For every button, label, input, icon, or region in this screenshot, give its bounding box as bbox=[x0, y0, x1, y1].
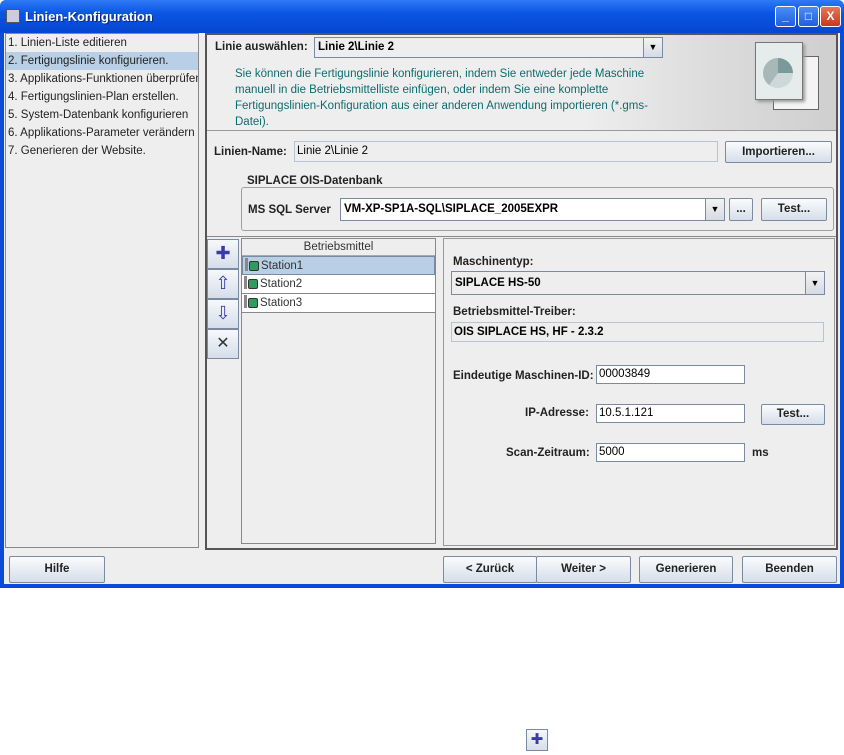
help-button[interactable]: Hilfe bbox=[9, 556, 105, 583]
machine-type-label: Maschinentyp: bbox=[453, 256, 534, 268]
line-name-field[interactable]: Linie 2\Linie 2 bbox=[294, 141, 718, 162]
arrow-down-icon: ⇩ bbox=[215, 303, 231, 323]
db-test-button[interactable]: Test... bbox=[761, 198, 827, 221]
station-icon bbox=[245, 258, 259, 271]
chart-illustration-icon bbox=[755, 42, 820, 110]
line-select-value: Linie 2\Linie 2 bbox=[318, 41, 395, 53]
step-4[interactable]: 4. Fertigungslinien-Plan erstellen. bbox=[6, 88, 198, 106]
list-item-label: Station1 bbox=[261, 260, 304, 272]
description-text: Sie können die Fertigungslinie konfiguri… bbox=[235, 68, 648, 128]
add-button[interactable]: ✚ bbox=[207, 239, 239, 269]
wizard-steps: 1. Linien-Liste editieren 2. Fertigungsl… bbox=[5, 33, 199, 548]
import-button[interactable]: Importieren... bbox=[725, 141, 832, 163]
app-icon bbox=[6, 9, 20, 23]
ip-address-label: IP-Adresse: bbox=[525, 407, 589, 419]
step-6[interactable]: 6. Applikations-Parameter verändern bbox=[6, 124, 198, 142]
line-select[interactable]: Linie 2\Linie 2 ▼ bbox=[314, 37, 663, 58]
title-bar[interactable]: Linien-Konfiguration _ □ X bbox=[0, 0, 844, 33]
database-group-title: SIPLACE OIS-Datenbank bbox=[245, 175, 385, 187]
equipment-list[interactable]: Betriebsmittel Station1 Station2 Station… bbox=[241, 238, 436, 544]
next-button[interactable]: Weiter > bbox=[536, 556, 631, 583]
scan-period-label: Scan-Zeitraum: bbox=[506, 447, 590, 459]
step-3[interactable]: 3. Applikations-Funktionen überprüfen bbox=[6, 70, 198, 88]
arrow-up-icon: ⇧ bbox=[215, 273, 231, 293]
ip-test-button[interactable]: Test... bbox=[761, 404, 825, 425]
sql-server-select[interactable]: VM-XP-SP1A-SQL\SIPLACE_2005EXPR ▼ bbox=[340, 198, 725, 221]
step-5[interactable]: 5. System-Datenbank konfigurieren bbox=[6, 106, 198, 124]
floating-plus-icon: ✚ bbox=[526, 729, 548, 751]
finish-button[interactable]: Beenden bbox=[742, 556, 837, 583]
ip-address-input[interactable]: 10.5.1.121 bbox=[596, 404, 745, 423]
equipment-list-header: Betriebsmittel bbox=[242, 239, 435, 256]
driver-field: OIS SIPLACE HS, HF - 2.3.2 bbox=[451, 322, 824, 342]
maximize-button[interactable]: □ bbox=[798, 6, 819, 27]
step-1[interactable]: 1. Linien-Liste editieren bbox=[6, 34, 198, 52]
window-title: Linien-Konfiguration bbox=[25, 9, 153, 24]
scan-period-input[interactable]: 5000 bbox=[596, 443, 745, 462]
chevron-down-icon[interactable]: ▼ bbox=[805, 272, 824, 294]
move-up-button[interactable]: ⇧ bbox=[207, 269, 239, 299]
separator bbox=[207, 236, 836, 237]
browse-button[interactable]: ... bbox=[729, 198, 753, 221]
list-item-label: Station2 bbox=[260, 278, 303, 290]
station-icon bbox=[244, 295, 258, 308]
list-item[interactable]: Station2 bbox=[242, 275, 435, 294]
step-2[interactable]: 2. Fertigungslinie konfigurieren. bbox=[6, 52, 198, 70]
line-name-label: Linien-Name: bbox=[214, 146, 287, 158]
machine-type-value: SIPLACE HS-50 bbox=[455, 277, 541, 289]
driver-label: Betriebsmittel-Treiber: bbox=[453, 306, 576, 318]
station-icon bbox=[244, 276, 258, 289]
line-select-label: Linie auswählen: bbox=[215, 41, 308, 53]
list-item[interactable]: Station3 bbox=[242, 294, 435, 313]
back-button[interactable]: < Zurück bbox=[443, 556, 537, 583]
machine-id-input[interactable]: 00003849 bbox=[596, 365, 745, 384]
step-7[interactable]: 7. Generieren der Website. bbox=[6, 142, 198, 160]
machine-type-select[interactable]: SIPLACE HS-50 ▼ bbox=[451, 271, 825, 295]
machine-id-label: Eindeutige Maschinen-ID: bbox=[453, 370, 594, 382]
delete-button[interactable]: ✕ bbox=[207, 329, 239, 359]
chevron-down-icon[interactable]: ▼ bbox=[643, 38, 662, 57]
close-button[interactable]: X bbox=[820, 6, 841, 27]
close-icon: ✕ bbox=[216, 335, 230, 352]
chevron-down-icon[interactable]: ▼ bbox=[705, 199, 724, 220]
scan-unit-label: ms bbox=[752, 447, 769, 459]
move-down-button[interactable]: ⇩ bbox=[207, 299, 239, 329]
list-item[interactable]: Station1 bbox=[242, 256, 435, 275]
generate-button[interactable]: Generieren bbox=[639, 556, 733, 583]
minimize-button[interactable]: _ bbox=[775, 6, 796, 27]
sql-server-label: MS SQL Server bbox=[248, 204, 331, 216]
plus-icon: ✚ bbox=[215, 243, 231, 263]
list-item-label: Station3 bbox=[260, 297, 303, 309]
sql-server-value: VM-XP-SP1A-SQL\SIPLACE_2005EXPR bbox=[344, 203, 559, 215]
